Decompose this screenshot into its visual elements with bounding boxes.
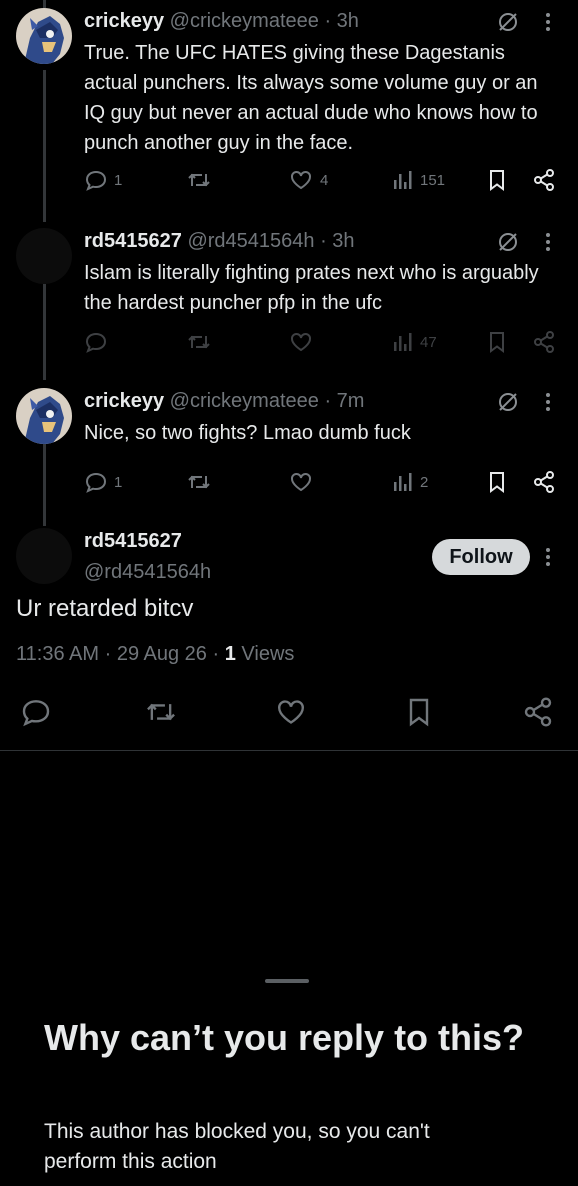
views-count: 1 bbox=[224, 643, 236, 665]
views-count: 151 bbox=[420, 171, 446, 189]
bookmark-button[interactable] bbox=[486, 470, 508, 494]
share-button[interactable] bbox=[532, 470, 556, 494]
tweet-header: crickeyy @crickeymateee · 7m bbox=[84, 390, 364, 413]
user-handle[interactable]: @rd4541564h bbox=[84, 561, 211, 583]
more-options-icon[interactable] bbox=[538, 390, 558, 414]
post-actions bbox=[0, 694, 578, 730]
views-count: 2 bbox=[420, 473, 429, 491]
display-name[interactable]: crickeyy bbox=[84, 390, 164, 412]
post-date[interactable]: 29 Aug 26 bbox=[117, 643, 207, 665]
follow-button[interactable]: Follow bbox=[432, 539, 530, 575]
reply-button[interactable] bbox=[84, 330, 108, 354]
avatar[interactable] bbox=[16, 228, 72, 284]
user-handle[interactable]: @crickeymateee bbox=[170, 390, 319, 412]
thread-line bbox=[43, 0, 46, 8]
views-button[interactable]: 2 bbox=[392, 470, 428, 494]
avatar[interactable] bbox=[16, 388, 72, 444]
bookmark-button[interactable] bbox=[404, 696, 434, 733]
more-options-icon[interactable] bbox=[538, 545, 558, 569]
sheet-title: Why can’t you reply to this? bbox=[44, 1017, 525, 1058]
views-label: Views bbox=[241, 643, 295, 665]
views-button[interactable]: 151 bbox=[392, 168, 445, 192]
tweet-actions: 47 bbox=[0, 330, 578, 360]
sheet-drag-handle[interactable] bbox=[265, 979, 309, 983]
share-button[interactable] bbox=[522, 696, 554, 733]
display-name[interactable]: rd5415627 bbox=[84, 230, 182, 252]
share-button[interactable] bbox=[532, 168, 556, 192]
display-name[interactable]: rd5415627 bbox=[84, 530, 182, 552]
avatar[interactable] bbox=[16, 528, 72, 584]
tweet-actions: 1 4 151 bbox=[0, 168, 578, 198]
tweet-actions: 1 2 bbox=[0, 470, 578, 500]
like-button[interactable] bbox=[288, 330, 314, 354]
like-button[interactable]: 4 bbox=[288, 168, 328, 192]
post-time[interactable]: 11:36 AM bbox=[16, 643, 99, 665]
reply-button[interactable]: 1 bbox=[84, 470, 122, 494]
post-meta: 11:36 AM · 29 Aug 26 · 1 Views bbox=[16, 643, 294, 666]
tweet-text: Nice, so two fights? Lmao dumb fuck bbox=[84, 422, 411, 444]
like-count: 4 bbox=[320, 171, 329, 189]
like-button[interactable] bbox=[274, 696, 308, 733]
timestamp[interactable]: · 3h bbox=[324, 10, 358, 32]
tweet-text: Islam is literally fighting prates next … bbox=[84, 262, 539, 314]
thread-line bbox=[43, 70, 46, 222]
tweet-header: rd5415627 @rd4541564h · 3h bbox=[84, 230, 355, 253]
bookmark-button[interactable] bbox=[486, 168, 508, 192]
more-options-icon[interactable] bbox=[538, 230, 558, 254]
display-name[interactable]: crickeyy bbox=[84, 10, 164, 32]
retweet-button[interactable] bbox=[144, 696, 178, 733]
main-post-name[interactable]: rd5415627 bbox=[84, 530, 182, 553]
grok-icon[interactable] bbox=[496, 230, 520, 254]
grok-icon[interactable] bbox=[496, 10, 520, 34]
timestamp[interactable]: · 3h bbox=[320, 230, 354, 252]
retweet-button[interactable] bbox=[186, 330, 212, 354]
avatar[interactable] bbox=[16, 8, 72, 64]
tweet-text: True. The UFC HATES giving these Dagesta… bbox=[84, 42, 538, 154]
divider bbox=[0, 750, 578, 751]
views-count: 47 bbox=[420, 333, 437, 351]
post-text: Ur retarded bitcv bbox=[16, 595, 194, 622]
reply-button[interactable]: 1 bbox=[84, 168, 122, 192]
like-button[interactable] bbox=[288, 470, 314, 494]
timestamp[interactable]: · 7m bbox=[324, 390, 364, 412]
user-handle[interactable]: @rd4541564h bbox=[187, 230, 314, 252]
user-handle[interactable]: @crickeymateee bbox=[170, 10, 319, 32]
reply-count: 1 bbox=[114, 473, 123, 491]
more-options-icon[interactable] bbox=[538, 10, 558, 34]
retweet-button[interactable] bbox=[186, 168, 212, 192]
meta-separator: · bbox=[212, 643, 220, 665]
reply-button[interactable] bbox=[20, 696, 52, 733]
views-button[interactable]: 47 bbox=[392, 330, 437, 354]
tweet-header: crickeyy @crickeymateee · 3h bbox=[84, 10, 359, 33]
sheet-subtitle: This author has blocked you, so you can'… bbox=[44, 1120, 430, 1173]
meta-separator: · bbox=[104, 643, 112, 665]
bookmark-button[interactable] bbox=[486, 330, 508, 354]
grok-icon[interactable] bbox=[496, 390, 520, 414]
main-post-handle[interactable]: @rd4541564h bbox=[84, 561, 211, 584]
reply-count: 1 bbox=[114, 171, 123, 189]
blocked-reply-sheet: Why can’t you reply to this? This author… bbox=[0, 965, 578, 1186]
retweet-button[interactable] bbox=[186, 470, 212, 494]
share-button[interactable] bbox=[532, 330, 556, 354]
